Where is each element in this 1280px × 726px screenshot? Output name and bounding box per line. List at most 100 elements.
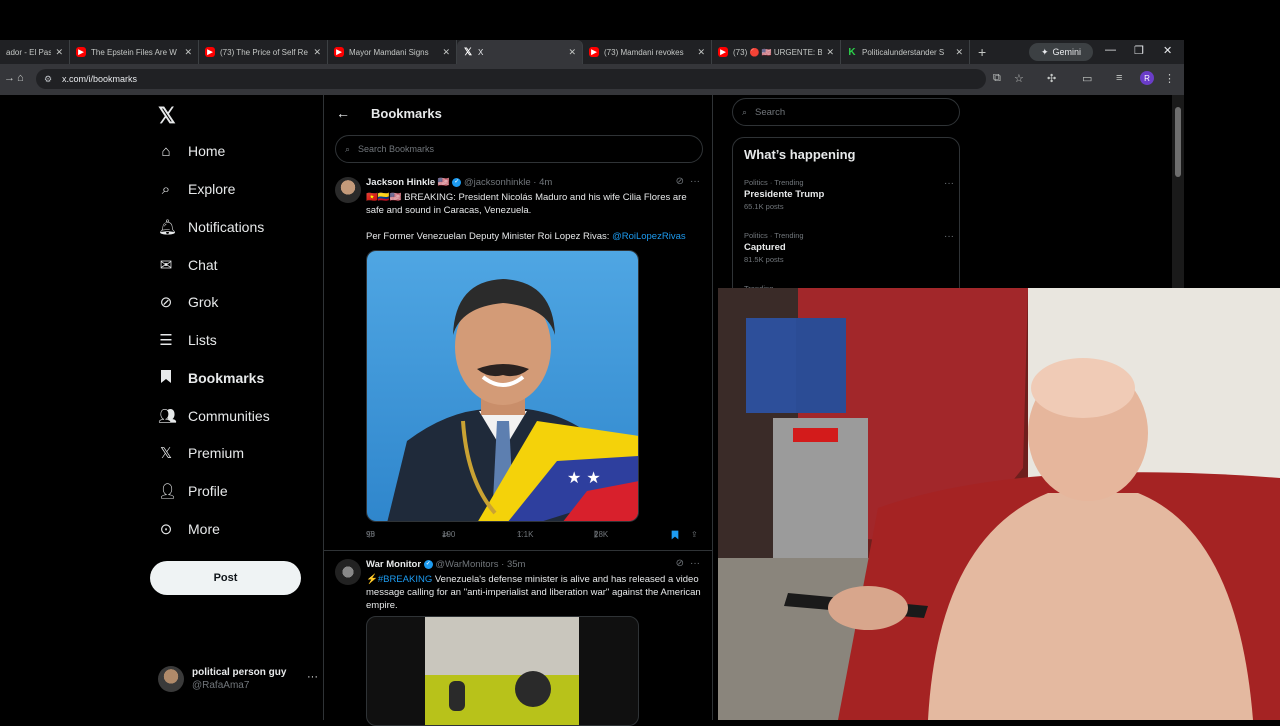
close-icon[interactable]: ✕ <box>442 47 450 58</box>
tweet-text: ⚡#BREAKING Venezuela's defense minister … <box>366 573 701 612</box>
nav-label: Lists <box>188 332 217 348</box>
browser-tab[interactable]: ▶ The Epstein Files Are W ✕ <box>70 40 199 64</box>
trend-item[interactable]: Politics · Trending Captured 81.5K posts… <box>744 231 954 264</box>
tab-title: Mayor Mamdani Signs <box>349 47 429 57</box>
browser-tab[interactable]: ▶ (73) 🔴 🇺🇸 URGENTE: B ✕ <box>712 40 841 64</box>
author-handle[interactable]: @jacksonhinkle <box>464 177 531 188</box>
gemini-button[interactable]: ✦ Gemini <box>1029 43 1093 61</box>
tab-title: ador - El Pas <box>6 47 52 57</box>
more-dots-icon[interactable]: ··· <box>944 231 954 242</box>
star-icon[interactable]: ☆ <box>1014 72 1024 85</box>
install-app-icon[interactable]: ⧉ <box>993 72 1001 85</box>
tweet[interactable]: War Monitor ✓ @WarMonitors · 35m ⊘ ··· ⚡… <box>324 552 712 726</box>
nav-item-notifications[interactable]: 🔔︎ Notifications <box>158 215 264 239</box>
nav-label: Profile <box>188 483 228 499</box>
author-handle[interactable]: @WarMonitors <box>435 559 498 570</box>
browser-tab[interactable]: ▶ (73) Mamdani revokes ✕ <box>583 40 712 64</box>
tab-title: X <box>478 47 484 57</box>
trend-meta: Politics · Trending <box>744 178 804 187</box>
tweet[interactable]: Jackson Hinkle 🇺🇸 ✓ @jacksonhinkle · 4m … <box>324 171 712 551</box>
share-icon[interactable]: ⇪ <box>691 530 698 539</box>
close-icon[interactable]: ✕ <box>568 47 576 58</box>
tweet-image[interactable]: ★ ★ <box>366 250 639 522</box>
nav-item-home[interactable]: ⌂ Home <box>158 139 225 163</box>
nav-label: Explore <box>188 181 236 197</box>
tweet-time[interactable]: 4m <box>539 177 552 188</box>
like-count: 1.1K <box>517 530 534 539</box>
post-button[interactable]: Post <box>150 561 301 595</box>
browser-tab-active[interactable]: 𝕏 X ✕ <box>457 40 583 64</box>
account-name: political person guy <box>192 667 287 678</box>
repost-count: 190 <box>442 530 456 539</box>
extensions-icon[interactable]: ✣ <box>1047 72 1056 85</box>
nav-item-profile[interactable]: 👤︎ Profile <box>158 479 228 503</box>
grok-icon: ⊘ <box>159 294 173 311</box>
x-logo-icon[interactable]: 𝕏 <box>158 103 176 129</box>
site-settings-icon[interactable]: ⚙ <box>44 74 52 85</box>
hashtag-link[interactable]: ⚡#BREAKING <box>366 574 432 585</box>
avatar[interactable] <box>335 177 361 203</box>
grok-icon[interactable]: ⊘ <box>676 558 684 569</box>
x-logo-icon: 𝕏 <box>463 46 473 58</box>
more-dots-icon[interactable]: ··· <box>307 671 318 683</box>
tab-title: (73) The Price of Self Re <box>220 47 308 57</box>
tweet-video[interactable] <box>366 616 639 726</box>
browser-tab[interactable]: ador - El Pas ✕ <box>0 40 70 64</box>
nav-item-lists[interactable]: ☰ Lists <box>158 328 217 352</box>
close-icon[interactable]: ✕ <box>184 47 192 58</box>
browser-tab[interactable]: ▶ Mayor Mamdani Signs ✕ <box>328 40 457 64</box>
youtube-icon: ▶ <box>334 47 344 57</box>
back-arrow-icon[interactable]: ← <box>336 105 350 121</box>
mention-link[interactable]: @RoiLopezRivas <box>612 231 686 242</box>
tab-search-icon[interactable]: ≡ <box>1116 72 1122 84</box>
restore-icon[interactable]: ❐ <box>1134 44 1144 57</box>
close-window-icon[interactable]: ✕ <box>1163 44 1172 57</box>
close-icon[interactable]: ✕ <box>55 47 63 58</box>
minimize-icon[interactable]: — <box>1105 44 1116 56</box>
tweet-header: Jackson Hinkle 🇺🇸 ✓ @jacksonhinkle · 4m <box>366 177 552 188</box>
tweet-time[interactable]: 35m <box>507 559 525 570</box>
nav-item-explore[interactable]: ⌕ Explore <box>158 177 236 201</box>
bookmark-icon[interactable] <box>671 530 679 542</box>
nav-item-grok[interactable]: ⊘ Grok <box>158 290 219 314</box>
forward-icon[interactable]: → <box>4 72 15 84</box>
close-icon[interactable]: ✕ <box>697 47 705 58</box>
url-field[interactable]: ⚙ x.com/i/bookmarks <box>36 69 986 89</box>
search-input[interactable]: ⌕ Search <box>732 98 960 126</box>
close-icon[interactable]: ✕ <box>826 47 834 58</box>
author-name[interactable]: War Monitor <box>366 559 421 570</box>
nav-item-premium[interactable]: 𝕏 Premium <box>158 441 244 465</box>
nav-label: Premium <box>188 445 245 461</box>
nav-item-chat[interactable]: ✉ Chat <box>158 253 218 277</box>
new-tab-icon[interactable]: + <box>978 44 986 60</box>
grok-icon[interactable]: ⊘ <box>676 176 684 187</box>
split-view-icon[interactable]: ▭ <box>1082 72 1092 85</box>
browser-tab[interactable]: ▶ (73) The Price of Self Re ✕ <box>199 40 328 64</box>
nav-item-more[interactable]: ⊙ More <box>158 517 220 541</box>
avatar[interactable] <box>335 559 361 585</box>
more-dots-icon[interactable]: ··· <box>944 178 954 189</box>
portrait-photo: ★ ★ <box>367 251 638 521</box>
communities-icon: 👥︎ <box>158 408 178 425</box>
trend-meta: Politics · Trending <box>744 231 804 240</box>
profile-avatar[interactable]: R <box>1140 71 1154 85</box>
account-switcher[interactable]: political person guy @RafaAma7 ··· <box>158 665 318 693</box>
more-dots-icon[interactable]: ··· <box>690 558 700 569</box>
close-icon[interactable]: ✕ <box>955 47 963 58</box>
scrollbar-thumb[interactable] <box>1175 107 1181 177</box>
menu-kebab-icon[interactable]: ⋮ <box>1164 72 1175 85</box>
browser-tab[interactable]: K Politicalunderstander S ✕ <box>841 40 970 64</box>
nav-label: Home <box>188 143 226 159</box>
search-icon: ⌕ <box>161 180 171 198</box>
trend-item[interactable]: Politics · Trending Presidente Trump 65.… <box>744 178 954 211</box>
home-icon[interactable]: ⌂ <box>17 72 24 84</box>
author-name[interactable]: Jackson Hinkle <box>366 177 435 188</box>
nav-item-communities[interactable]: 👥︎ Communities <box>158 404 270 428</box>
close-icon[interactable]: ✕ <box>313 47 321 58</box>
page-header: ← Bookmarks <box>324 95 712 131</box>
nav-item-bookmarks[interactable]: Bookmarks <box>158 366 264 390</box>
url-text: x.com/i/bookmarks <box>62 74 138 84</box>
more-dots-icon[interactable]: ··· <box>690 176 700 187</box>
bookmarks-search-input[interactable]: ⌕ Search Bookmarks <box>335 135 703 163</box>
trend-count: 81.5K posts <box>744 255 784 264</box>
